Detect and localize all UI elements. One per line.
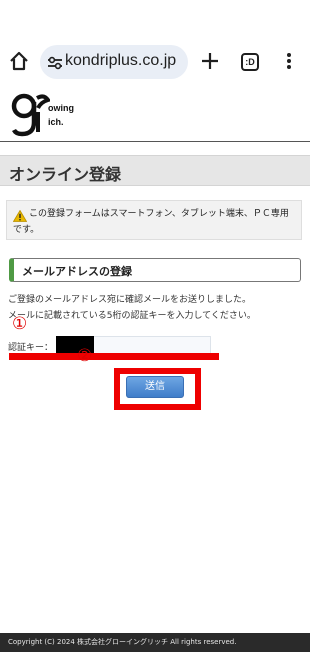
footer: Copyright (C) 2024 株式会社グローイングリッチ All rig… [0,633,310,652]
page-title-bar: オンライン登録 [0,155,310,186]
notice-box: この登録フォームはスマートフォン、タブレット端末、ＰＣ専用です。 [6,200,302,240]
logo-text-line2: ich. [48,117,64,127]
section-title: メールアドレスの登録 [22,265,132,278]
site-settings-icon[interactable] [47,55,63,70]
copyright-text: Copyright (C) 2024 株式会社グローイングリッチ All rig… [8,638,237,646]
more-menu-icon[interactable] [284,52,294,72]
address-bar[interactable]: kondriplus.co.jp [40,45,188,79]
logo-text-line1: owing [48,103,74,113]
annotation-underline [9,353,219,360]
site-header: owing ich. [0,86,310,142]
browser-toolbar: kondriplus.co.jp :D [0,0,310,86]
logo-mark-icon [11,93,50,137]
notice-text: この登録フォームはスマートフォン、タブレット端末、ＰＣ専用です。 [13,209,289,235]
annotation-marker-2: ② [77,346,93,366]
home-icon[interactable] [8,50,30,72]
description-line-2: メールに記載されている5桁の認証キーを入力してください。 [8,311,256,321]
description-line-1: ご登録のメールアドレス宛に確認メールをお送りしました。 [8,295,252,305]
auth-key-label: 認証キー： [8,343,54,353]
tab-switcher-button[interactable]: :D [241,53,259,71]
annotation-marker-1: ① [12,314,28,334]
site-logo[interactable]: owing ich. [10,92,80,140]
url-text: kondriplus.co.jp [65,52,177,69]
submit-button[interactable]: 送信 [126,376,184,398]
new-tab-icon[interactable] [198,49,222,73]
section-heading: メールアドレスの登録 [9,258,301,282]
page-title: オンライン登録 [9,165,122,184]
